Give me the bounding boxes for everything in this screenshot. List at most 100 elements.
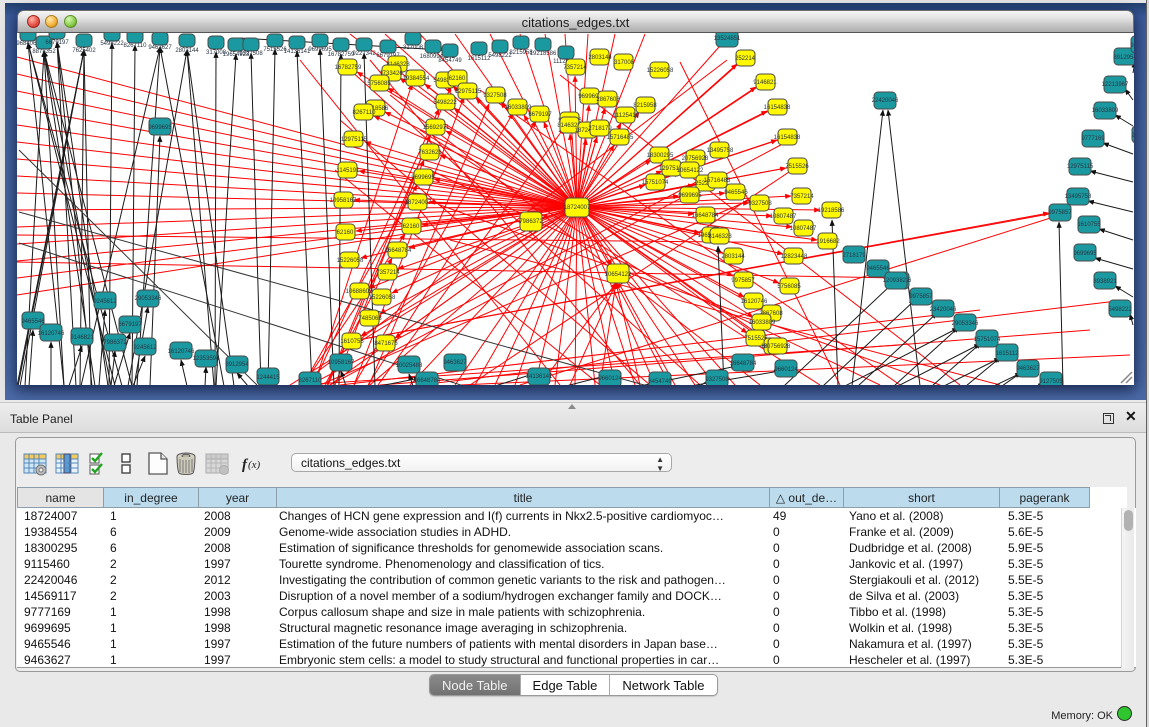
svg-text:2867608: 2867608 — [596, 97, 620, 103]
svg-text:18724007: 18724007 — [564, 205, 591, 211]
svg-text:16120746: 16120746 — [168, 349, 195, 355]
svg-text:9660124: 9660124 — [774, 367, 798, 373]
svg-text:9227342: 9227342 — [1130, 43, 1134, 49]
svg-text:7986372: 7986372 — [519, 219, 543, 225]
svg-text:8267110: 8267110 — [353, 110, 377, 116]
svg-text:9146821: 9146821 — [70, 335, 94, 341]
svg-text:14136141: 14136141 — [284, 49, 311, 55]
svg-text:9777169: 9777169 — [1081, 136, 1105, 142]
svg-text:15226058: 15226058 — [369, 295, 396, 301]
svg-text:5498222: 5498222 — [433, 100, 457, 106]
svg-text:10654122: 10654122 — [605, 272, 632, 278]
svg-text:9975857: 9975857 — [1048, 210, 1072, 216]
svg-text:9127505: 9127505 — [1039, 379, 1063, 385]
svg-text:16782759: 16782759 — [335, 65, 362, 71]
svg-text:8146328: 8146328 — [708, 234, 732, 240]
svg-text:16033809: 16033809 — [749, 320, 776, 326]
svg-text:2718179: 2718179 — [588, 126, 612, 132]
svg-text:9245612: 9245612 — [93, 299, 117, 305]
svg-text:9975857: 9975857 — [731, 278, 755, 284]
svg-text:8454749: 8454749 — [438, 58, 462, 64]
svg-text:20756928: 20756928 — [764, 344, 791, 350]
svg-text:1610755: 1610755 — [1077, 222, 1101, 228]
svg-text:12093822: 12093822 — [883, 278, 910, 284]
svg-text:5756085: 5756085 — [367, 81, 391, 87]
svg-text:23420046: 23420046 — [930, 307, 957, 313]
svg-text:7632621: 7632621 — [418, 150, 442, 156]
svg-text:15226058: 15226058 — [337, 258, 364, 264]
svg-text:16648784: 16648784 — [692, 213, 719, 219]
svg-text:16120746: 16120746 — [38, 331, 65, 337]
svg-text:8878352: 8878352 — [32, 49, 56, 55]
svg-text:22420046: 22420046 — [872, 98, 899, 104]
svg-text:15751074: 15751074 — [974, 337, 1001, 343]
svg-text:10654122: 10654122 — [677, 168, 704, 174]
svg-text:8938921: 8938921 — [1093, 279, 1117, 285]
svg-text:10807487: 10807487 — [770, 214, 797, 220]
svg-text:11125419: 11125419 — [613, 113, 639, 119]
svg-text:8215958: 8215958 — [633, 103, 657, 109]
svg-text:8267110: 8267110 — [299, 378, 323, 384]
svg-text:10807487: 10807487 — [790, 226, 817, 232]
svg-text:1916682: 1916682 — [816, 239, 840, 245]
svg-text:317008: 317008 — [614, 60, 635, 66]
svg-text:7357214: 7357214 — [790, 194, 814, 200]
svg-text:9327508: 9327508 — [239, 51, 263, 57]
svg-text:62160: 62160 — [403, 224, 420, 230]
svg-text:8912954: 8912954 — [1113, 55, 1134, 61]
svg-text:16033809: 16033809 — [505, 105, 532, 111]
svg-text:13495758: 13495758 — [1065, 194, 1092, 200]
svg-text:9465546: 9465546 — [724, 190, 748, 196]
svg-text:9660124: 9660124 — [598, 376, 622, 382]
svg-text:7357214: 7357214 — [563, 65, 587, 71]
svg-text:9463627: 9463627 — [148, 45, 172, 51]
svg-text:18300295: 18300295 — [647, 153, 674, 159]
svg-text:2718179: 2718179 — [842, 253, 866, 259]
svg-text:9227342: 9227342 — [352, 51, 376, 57]
svg-text:15692971: 15692971 — [423, 125, 450, 131]
svg-text:9699695: 9699695 — [411, 175, 435, 181]
svg-text:1244415: 1244415 — [256, 375, 280, 381]
svg-text:5498222: 5498222 — [100, 41, 124, 47]
svg-text:252214: 252214 — [735, 56, 756, 62]
svg-text:15716485: 15716485 — [607, 135, 634, 141]
svg-text:9463627: 9463627 — [1016, 366, 1040, 372]
svg-text:6679197: 6679197 — [45, 40, 69, 46]
svg-text:7485063: 7485063 — [358, 316, 382, 322]
svg-text:5756085: 5756085 — [777, 284, 801, 290]
svg-text:8471676: 8471676 — [374, 341, 398, 347]
svg-text:2803144: 2803144 — [588, 55, 612, 61]
svg-text:19218586: 19218586 — [530, 51, 557, 57]
svg-text:13524851: 13524851 — [714, 36, 741, 42]
svg-text:8267110: 8267110 — [124, 43, 148, 49]
svg-text:16120746: 16120746 — [741, 299, 768, 305]
svg-text:15716485: 15716485 — [704, 178, 731, 184]
svg-text:12975115: 12975115 — [455, 89, 482, 95]
svg-text:7625402: 7625402 — [72, 48, 96, 54]
svg-text:19384554: 19384554 — [403, 76, 430, 82]
svg-text:16648784: 16648784 — [730, 361, 757, 367]
svg-text:16648784: 16648784 — [385, 248, 412, 254]
svg-text:7357214: 7357214 — [376, 270, 400, 276]
svg-text:9327508: 9327508 — [748, 201, 772, 207]
svg-text:16648784: 16648784 — [414, 378, 441, 384]
svg-text:7986372: 7986372 — [103, 340, 127, 346]
svg-text:29053346: 29053346 — [952, 321, 979, 327]
svg-text:8454749: 8454749 — [648, 379, 672, 385]
svg-text:317008: 317008 — [403, 45, 424, 51]
svg-text:12353594: 12353594 — [193, 356, 220, 362]
svg-text:12823448: 12823448 — [781, 254, 808, 260]
svg-text:16154838: 16154838 — [774, 135, 801, 141]
svg-text:13495758: 13495758 — [707, 148, 734, 154]
svg-text:6679197: 6679197 — [528, 112, 552, 118]
svg-text:9699695: 9699695 — [1073, 251, 1097, 257]
svg-text:2803144: 2803144 — [175, 48, 199, 54]
svg-text:2718179: 2718179 — [1131, 133, 1134, 139]
svg-text:16154838: 16154838 — [764, 105, 791, 111]
svg-text:10025488: 10025488 — [396, 363, 423, 369]
svg-text:14136141: 14136141 — [526, 374, 553, 380]
svg-text:(x): (x) — [248, 459, 261, 471]
svg-text:9699695: 9699695 — [148, 125, 172, 131]
svg-text:20756928: 20756928 — [682, 156, 709, 162]
svg-text:9245612: 9245612 — [133, 345, 157, 351]
